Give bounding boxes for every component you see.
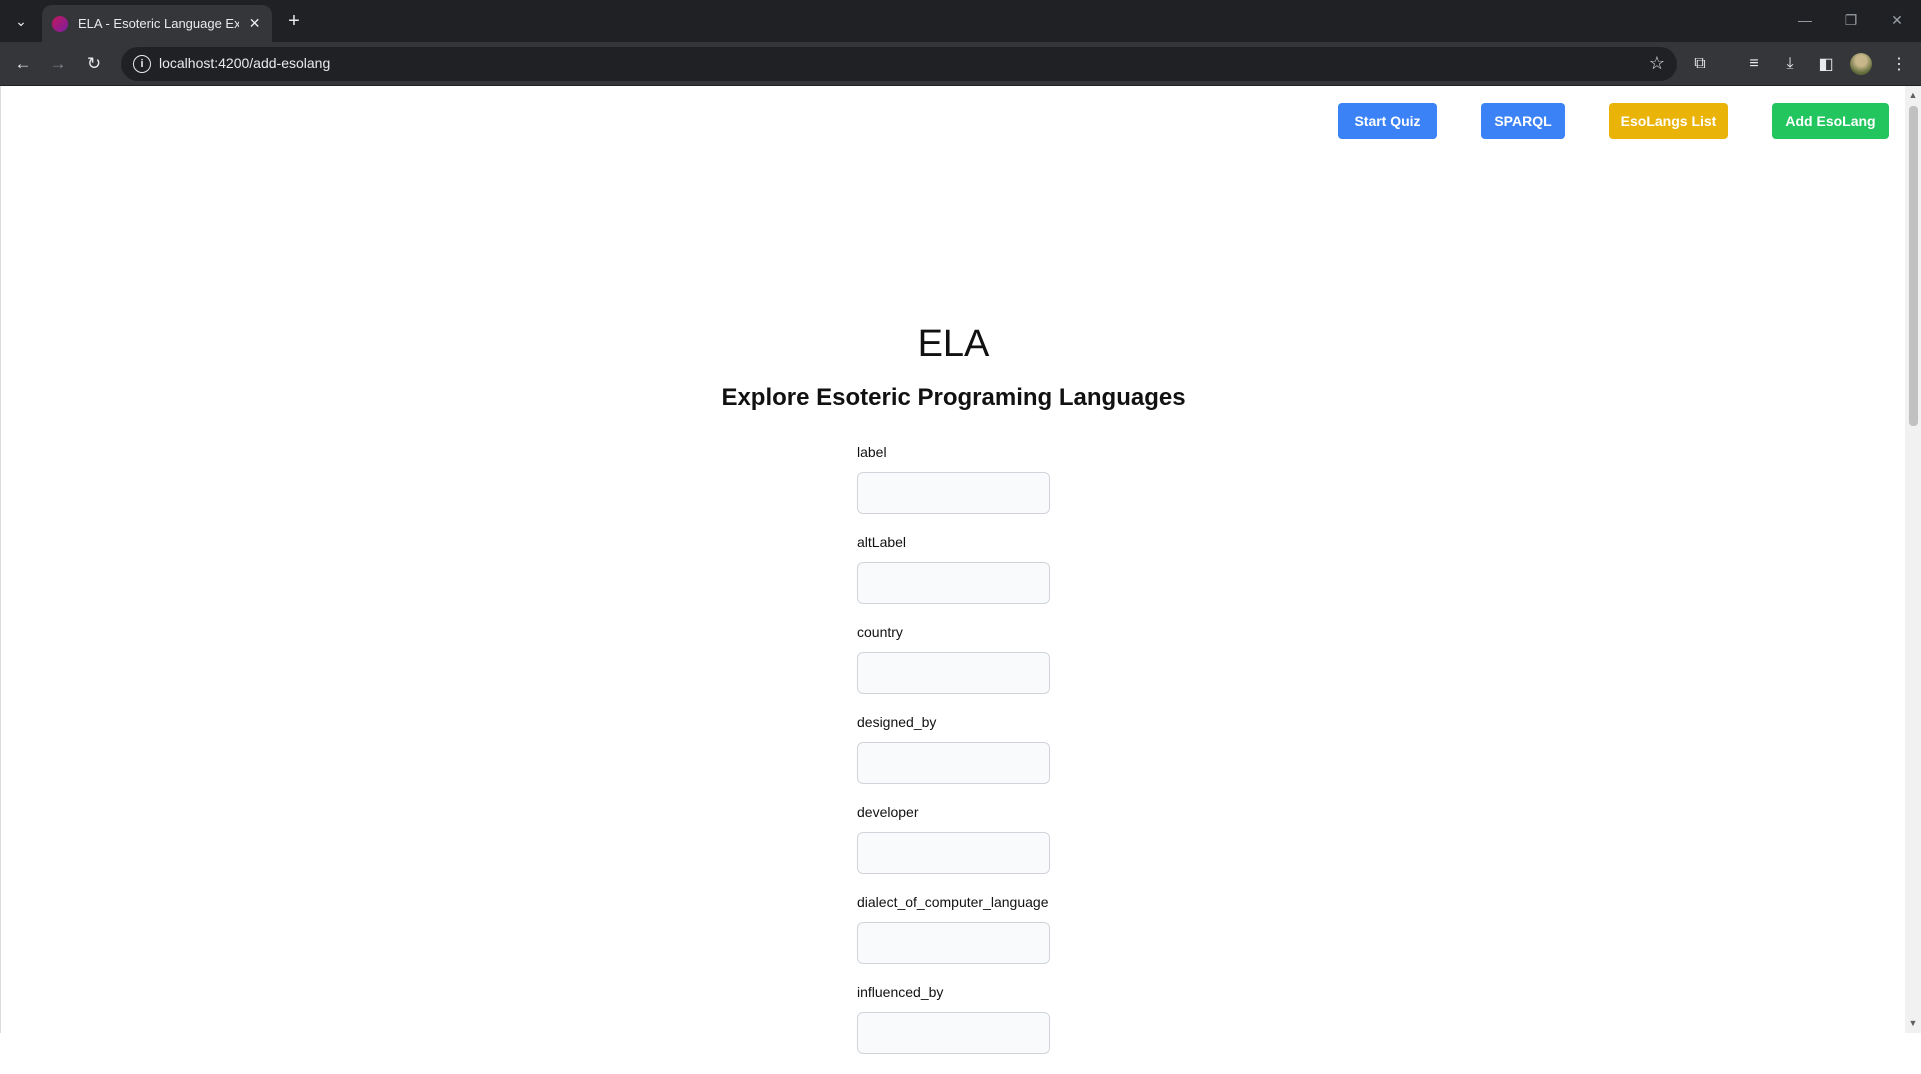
bookmark-star-icon[interactable]: ☆ xyxy=(1649,53,1665,74)
influenced-by-input[interactable] xyxy=(857,1012,1050,1054)
field-label: label xyxy=(857,444,1117,534)
designed-by-input[interactable] xyxy=(857,742,1050,784)
download-icon[interactable]: ⤓ xyxy=(1777,51,1803,77)
dialect-field-label: dialect_of_computer_language xyxy=(857,894,1049,910)
field-designed-by: designed_by xyxy=(857,714,1117,804)
altlabel-field-label: altLabel xyxy=(857,534,907,550)
label-field-label: label xyxy=(857,444,887,460)
tab-title: ELA - Esoteric Language Explorer xyxy=(78,16,240,31)
page-content: Start Quiz SPARQL EsoLangs List Add EsoL… xyxy=(0,86,1905,1054)
influenced-by-field-label: influenced_by xyxy=(857,984,944,1000)
altlabel-input[interactable] xyxy=(857,562,1050,604)
esolangs-list-button[interactable]: EsoLangs List xyxy=(1609,103,1728,139)
reload-icon[interactable]: ↻ xyxy=(81,51,107,77)
field-dialect-of-computer-language: dialect_of_computer_language xyxy=(857,894,1117,984)
scrollbar-thumb[interactable] xyxy=(1909,106,1918,426)
field-influenced-by: influenced_by xyxy=(857,984,1117,1074)
designed-by-field-label: designed_by xyxy=(857,714,937,730)
developer-input[interactable] xyxy=(857,832,1050,874)
label-input[interactable] xyxy=(857,472,1050,514)
url-text[interactable]: localhost:4200/add-esolang xyxy=(159,55,330,71)
sparql-button[interactable]: SPARQL xyxy=(1481,103,1565,139)
browser-tab-active[interactable]: ELA - Esoteric Language Explorer ✕ xyxy=(42,5,272,42)
more-menu-icon[interactable]: ⋮ xyxy=(1886,51,1912,77)
field-altlabel: altLabel xyxy=(857,534,1117,624)
scroll-down-arrow-icon[interactable]: ▼ xyxy=(1908,1018,1918,1028)
extensions-puzzle-icon[interactable]: ⧉ xyxy=(1687,51,1713,77)
minimize-icon[interactable]: — xyxy=(1790,8,1820,32)
angular-favicon-icon xyxy=(52,15,68,32)
address-bar[interactable]: i localhost:4200/add-esolang ☆ xyxy=(121,47,1677,81)
page-scrollbar[interactable]: ▲ ▼ xyxy=(1905,86,1921,1033)
country-field-label: country xyxy=(857,624,903,640)
country-input[interactable] xyxy=(857,652,1050,694)
media-queue-icon[interactable]: ≡ xyxy=(1741,51,1767,77)
developer-field-label: developer xyxy=(857,804,919,820)
field-developer: developer xyxy=(857,804,1117,894)
page-title: ELA xyxy=(917,323,990,365)
site-info-icon[interactable]: i xyxy=(133,55,151,73)
page-subtitle: Explore Esoteric Programing Languages xyxy=(721,384,1186,411)
scroll-up-arrow-icon[interactable]: ▲ xyxy=(1908,90,1918,100)
new-tab-icon[interactable]: + xyxy=(282,9,306,33)
back-arrow-icon[interactable]: ← xyxy=(10,51,36,77)
start-quiz-button[interactable]: Start Quiz xyxy=(1338,103,1437,139)
restore-icon[interactable]: ❐ xyxy=(1836,8,1866,32)
profile-avatar[interactable] xyxy=(1850,53,1872,75)
add-esolang-button[interactable]: Add EsoLang xyxy=(1772,103,1889,139)
tab-search-chevron-icon[interactable]: ⌄ xyxy=(8,8,34,34)
browser-toolbar: ← → ↻ i localhost:4200/add-esolang ☆ ⧉ ≡… xyxy=(0,42,1921,86)
browser-tabstrip: ⌄ ELA - Esoteric Language Explorer ✕ + —… xyxy=(0,0,1921,42)
add-esolang-form: label altLabel country designed_by devel… xyxy=(857,444,1117,1074)
side-panel-icon[interactable]: ◧ xyxy=(1813,51,1839,77)
field-country: country xyxy=(857,624,1117,714)
window-close-icon[interactable]: ✕ xyxy=(1882,8,1912,32)
close-tab-icon[interactable]: ✕ xyxy=(247,15,262,32)
dialect-input[interactable] xyxy=(857,922,1050,964)
forward-arrow-icon[interactable]: → xyxy=(45,51,71,77)
